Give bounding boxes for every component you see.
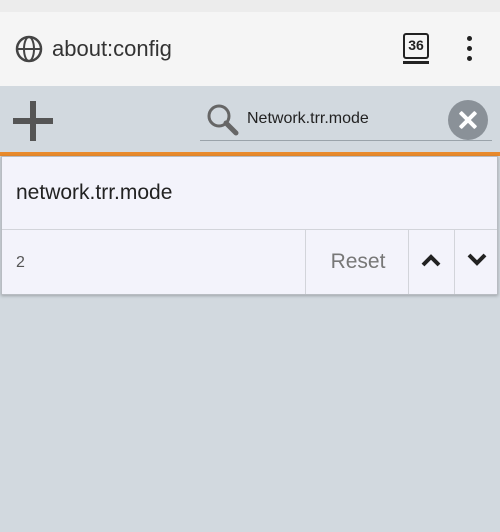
tab-counter-underline [403, 61, 429, 64]
decrement-button[interactable] [455, 230, 500, 294]
clear-icon[interactable] [448, 100, 488, 140]
tab-counter[interactable]: 36 [403, 33, 429, 59]
increment-button[interactable] [409, 230, 454, 294]
search-icon [207, 104, 239, 136]
status-bar [0, 0, 500, 12]
preference-row[interactable]: network.trr.mode 2 Reset [1, 156, 498, 295]
preference-value[interactable]: 2 [16, 254, 25, 272]
search-input[interactable]: Network.trr.mode [247, 110, 369, 128]
reset-button[interactable]: Reset [307, 230, 409, 294]
globe-icon [15, 35, 43, 63]
search-input-underline [200, 140, 492, 141]
divider [305, 230, 306, 294]
preference-name: network.trr.mode [16, 181, 173, 204]
url-bar[interactable]: about:config [52, 36, 172, 62]
menu-icon[interactable] [465, 36, 473, 62]
browser-toolbar: about:config 36 [0, 12, 500, 86]
add-icon[interactable] [13, 101, 53, 141]
chevron-up-icon [421, 254, 441, 267]
chevron-down-icon [467, 253, 487, 266]
